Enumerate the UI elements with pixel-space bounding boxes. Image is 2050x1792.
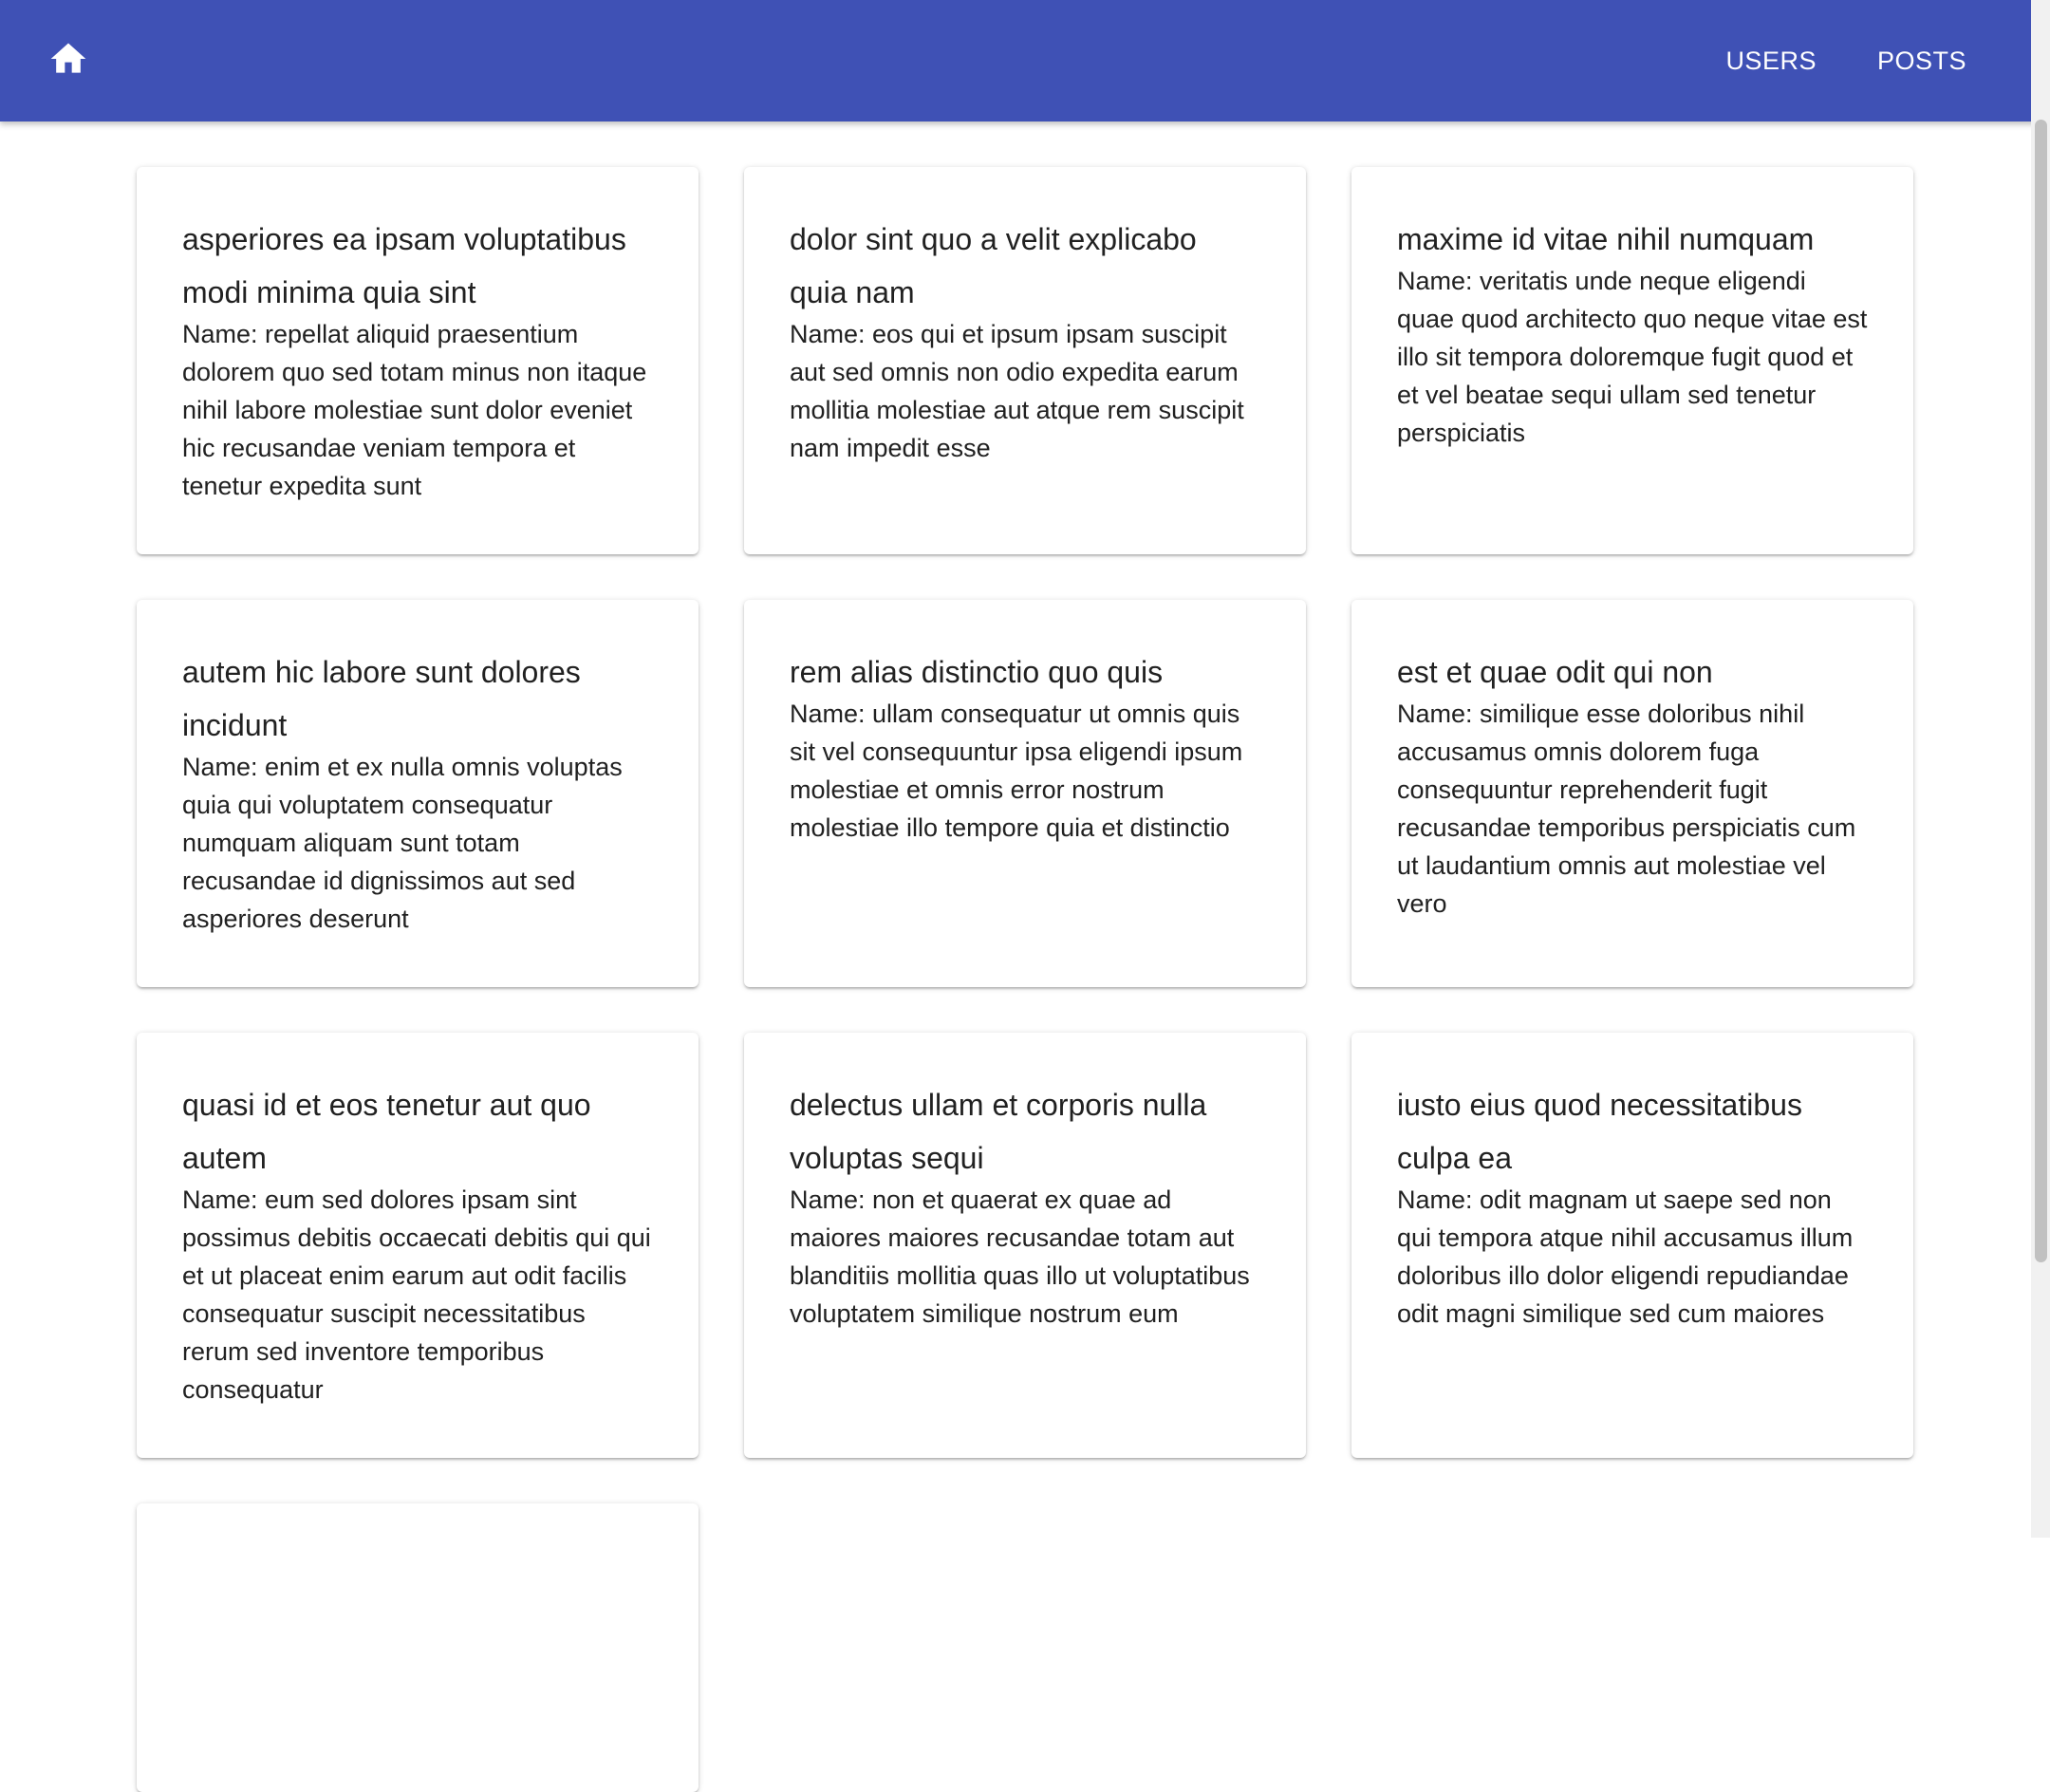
post-body: Name: odit magnam ut saepe sed non qui t…: [1397, 1185, 1854, 1328]
post-card: iusto eius quod necessitatibus culpa ea …: [1351, 1033, 1913, 1458]
post-title: asperiores ea ipsam voluptatibus modi mi…: [182, 222, 626, 309]
nav-posts-link[interactable]: POSTS: [1847, 31, 1997, 91]
post-card: est et quae odit qui non Name: similique…: [1351, 600, 1913, 987]
scrollbar-thumb[interactable]: [2035, 120, 2047, 1262]
post-body: Name: eos qui et ipsum ipsam suscipit au…: [790, 320, 1244, 462]
post-title: autem hic labore sunt dolores incidunt: [182, 655, 581, 742]
post-title: iusto eius quod necessitatibus culpa ea: [1397, 1088, 1802, 1175]
post-body: Name: non et quaerat ex quae ad maiores …: [790, 1185, 1250, 1328]
posts-grid: asperiores ea ipsam voluptatibus modi mi…: [137, 167, 1913, 1792]
nav-users-link[interactable]: USERS: [1695, 31, 1847, 91]
post-card: delectus ullam et corporis nulla volupta…: [744, 1033, 1306, 1458]
post-body: Name: enim et ex nulla omnis voluptas qu…: [182, 753, 623, 933]
post-card-partial: [137, 1503, 699, 1792]
scrollbar[interactable]: [2031, 0, 2050, 1538]
post-card: maxime id vitae nihil numquam Name: veri…: [1351, 167, 1913, 554]
post-body: Name: ullam consequatur ut omnis quis si…: [790, 700, 1243, 842]
post-body: Name: eum sed dolores ipsam sint possimu…: [182, 1185, 651, 1404]
home-icon: [47, 38, 89, 84]
post-card: quasi id et eos tenetur aut quo autem Na…: [137, 1033, 699, 1458]
post-title: maxime id vitae nihil numquam: [1397, 222, 1815, 256]
post-title: quasi id et eos tenetur aut quo autem: [182, 1088, 591, 1175]
post-title: est et quae odit qui non: [1397, 655, 1713, 689]
post-body: Name: similique esse doloribus nihil acc…: [1397, 700, 1856, 918]
post-card: dolor sint quo a velit explicabo quia na…: [744, 167, 1306, 554]
post-card: rem alias distinctio quo quis Name: ulla…: [744, 600, 1306, 987]
post-title: delectus ullam et corporis nulla volupta…: [790, 1088, 1207, 1175]
top-nav: USERS POSTS: [1695, 0, 1997, 121]
post-card: autem hic labore sunt dolores incidunt N…: [137, 600, 699, 987]
home-button[interactable]: [42, 38, 95, 84]
post-title: dolor sint quo a velit explicabo quia na…: [790, 222, 1197, 309]
post-body: Name: veritatis unde neque eligendi quae…: [1397, 267, 1868, 447]
post-body: Name: repellat aliquid praesentium dolor…: [182, 320, 647, 500]
post-card: asperiores ea ipsam voluptatibus modi mi…: [137, 167, 699, 554]
app-bar: USERS POSTS: [0, 0, 2050, 121]
post-title: rem alias distinctio quo quis: [790, 655, 1164, 689]
